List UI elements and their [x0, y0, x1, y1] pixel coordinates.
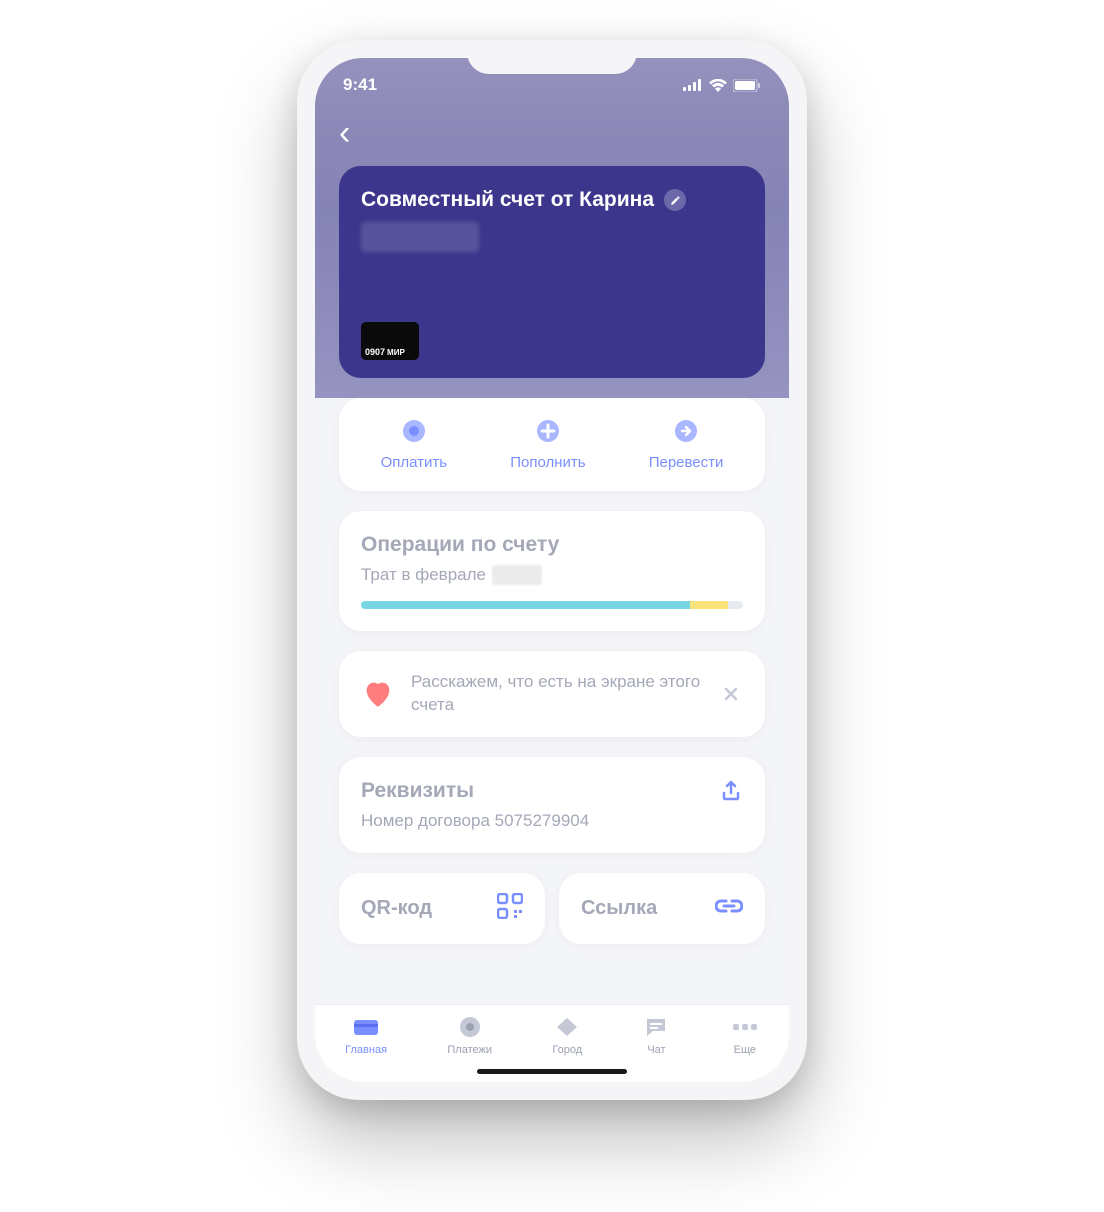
- phone-notch: [467, 40, 637, 74]
- signal-icon: [683, 79, 703, 91]
- action-transfer[interactable]: Перевести: [649, 418, 724, 471]
- edit-icon[interactable]: [664, 189, 686, 211]
- spend-amount-masked: [492, 565, 542, 585]
- topup-label: Пополнить: [510, 454, 585, 471]
- details-title: Реквизиты: [361, 779, 589, 803]
- status-time: 9:41: [343, 75, 377, 95]
- transfer-icon: [673, 418, 699, 444]
- nav-city[interactable]: Город: [552, 1015, 582, 1056]
- linked-card[interactable]: 0907 МИР: [361, 322, 419, 360]
- qr-title: QR-код: [361, 897, 432, 920]
- actions-card: Оплатить Пополнить Перевести: [339, 398, 765, 491]
- qr-link-row: QR-код Ссылка: [339, 873, 765, 944]
- qr-card[interactable]: QR-код: [339, 873, 545, 944]
- battery-icon: [733, 79, 761, 92]
- account-title-row: Совместный счет от Карина: [361, 188, 743, 212]
- topup-icon: [535, 418, 561, 444]
- action-topup[interactable]: Пополнить: [510, 418, 585, 471]
- card-system: МИР: [387, 348, 405, 357]
- progress-segment-1: [361, 601, 690, 609]
- account-card[interactable]: Совместный счет от Карина 0907 МИР: [339, 166, 765, 378]
- wifi-icon: [709, 79, 727, 92]
- nav-more-label: Еще: [734, 1044, 756, 1056]
- link-title: Ссылка: [581, 897, 657, 920]
- phone-screen: 9:41 ‹ Совместный счет от Карина 0907: [315, 58, 789, 1082]
- home-indicator: [477, 1069, 627, 1074]
- spend-progress-bar: [361, 601, 743, 609]
- link-card[interactable]: Ссылка: [559, 873, 765, 944]
- operations-card[interactable]: Операции по счету Трат в феврале: [339, 511, 765, 631]
- nav-home[interactable]: Главная: [345, 1015, 387, 1056]
- tip-text: Расскажем, что есть на экране этого счет…: [411, 671, 703, 717]
- details-card[interactable]: Реквизиты Номер договора 5075279904: [339, 757, 765, 853]
- status-indicators: [683, 79, 761, 92]
- card-last4: 0907: [365, 347, 385, 357]
- heart-icon: [361, 677, 395, 711]
- home-icon: [352, 1015, 380, 1039]
- chat-icon: [642, 1015, 670, 1039]
- more-icon: [731, 1015, 759, 1039]
- payments-icon: [456, 1015, 484, 1039]
- city-icon: [553, 1015, 581, 1039]
- qr-icon: [497, 893, 523, 924]
- nav-payments-label: Платежи: [447, 1044, 492, 1056]
- transfer-label: Перевести: [649, 454, 724, 471]
- action-pay[interactable]: Оплатить: [381, 418, 448, 471]
- operations-subtitle: Трат в феврале: [361, 565, 743, 585]
- nav-home-label: Главная: [345, 1044, 387, 1056]
- close-icon[interactable]: [719, 682, 743, 706]
- progress-segment-2: [690, 601, 728, 609]
- balance-masked: [361, 222, 479, 252]
- operations-title: Операции по счету: [361, 533, 743, 557]
- back-button[interactable]: ‹: [339, 116, 350, 150]
- nav-chat-label: Чат: [647, 1044, 665, 1056]
- pay-icon: [401, 418, 427, 444]
- nav-more[interactable]: Еще: [731, 1015, 759, 1056]
- content-area: Оплатить Пополнить Перевести Операции по…: [315, 398, 789, 1004]
- nav-city-label: Город: [552, 1044, 582, 1056]
- pay-label: Оплатить: [381, 454, 448, 471]
- tip-card[interactable]: Расскажем, что есть на экране этого счет…: [339, 651, 765, 737]
- nav-payments[interactable]: Платежи: [447, 1015, 492, 1056]
- nav-chat[interactable]: Чат: [642, 1015, 670, 1056]
- details-subtitle: Номер договора 5075279904: [361, 811, 589, 831]
- share-icon[interactable]: [719, 779, 743, 808]
- account-title: Совместный счет от Карина: [361, 188, 654, 212]
- phone-frame: 9:41 ‹ Совместный счет от Карина 0907: [297, 40, 807, 1100]
- link-icon: [715, 898, 743, 919]
